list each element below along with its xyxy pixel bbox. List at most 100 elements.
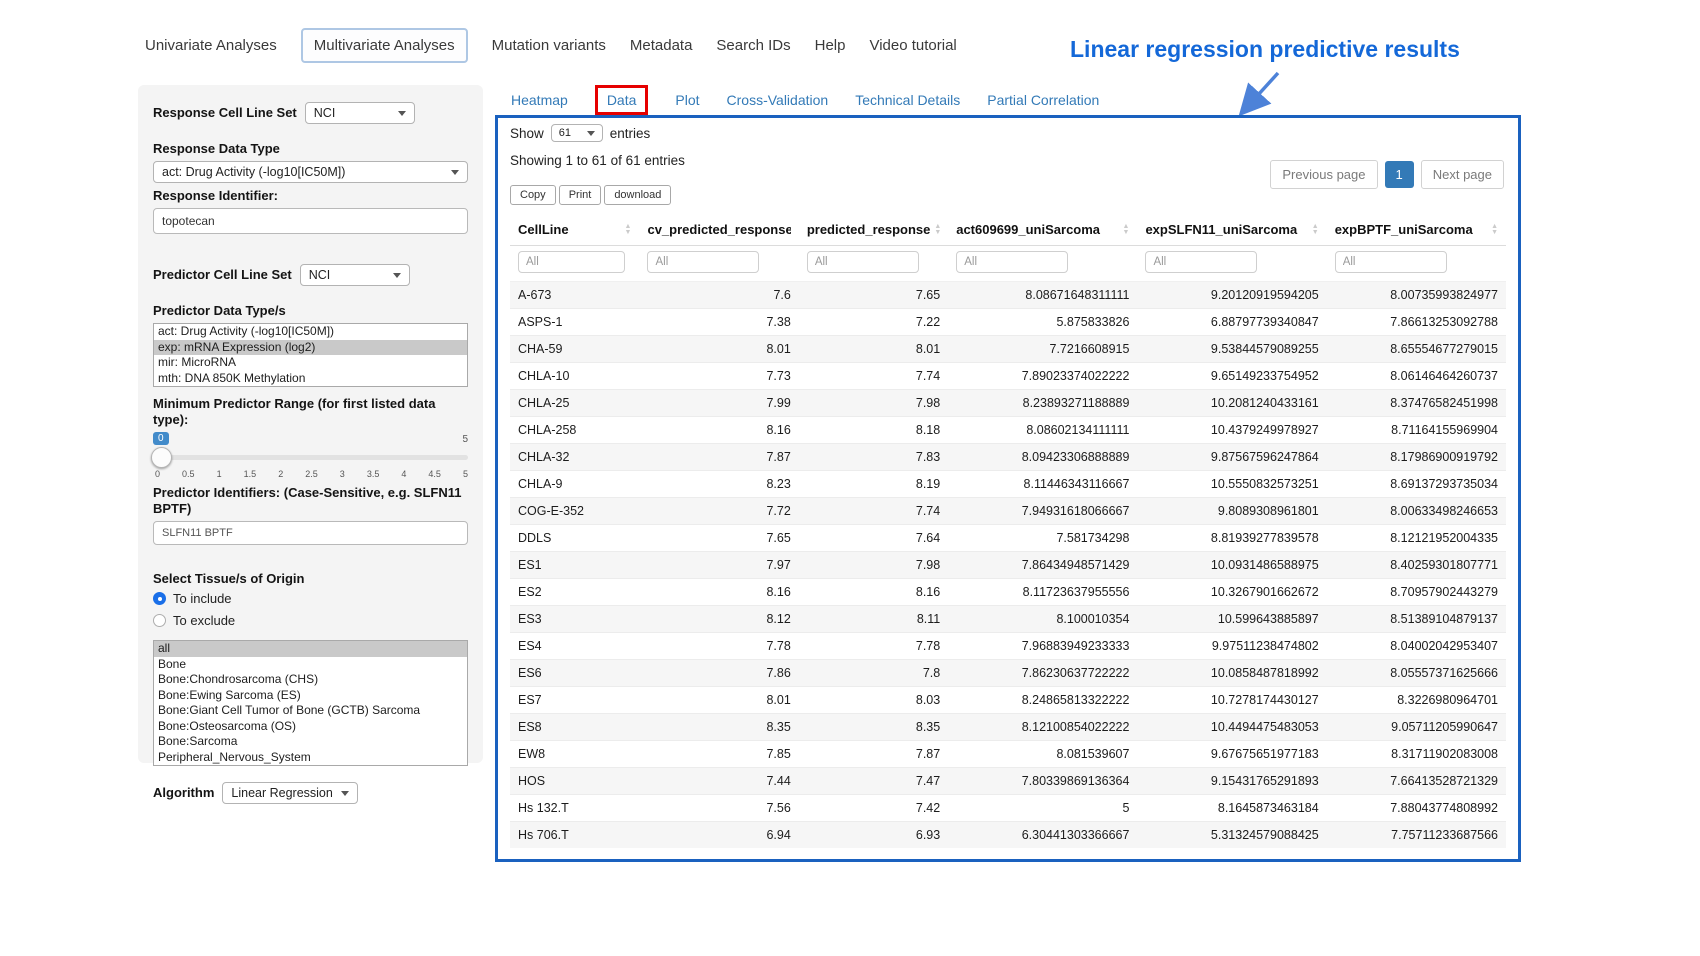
next-page-button[interactable]: Next page	[1421, 160, 1504, 189]
column-header[interactable]: cv_predicted_response ▲▼	[639, 214, 798, 246]
table-row[interactable]: ES3 8.12 8.11 8.100010354 10.59964388589…	[510, 606, 1506, 633]
result-tab[interactable]: Data	[595, 85, 649, 115]
listbox-option[interactable]: Bone:Chondrosarcoma (CHS)	[154, 672, 467, 688]
column-filter-input[interactable]	[956, 251, 1068, 273]
slider-tick-label: 5	[463, 469, 468, 479]
table-row[interactable]: CHLA-25 7.99 7.98 8.23893271188889 10.20…	[510, 390, 1506, 417]
expbptf-cell: 8.71164155969904	[1327, 417, 1506, 444]
listbox-option[interactable]: Bone	[154, 657, 467, 673]
response-identifier-label: Response Identifier:	[153, 188, 468, 204]
table-row[interactable]: ASPS-1 7.38 7.22 5.875833826 6.887977393…	[510, 309, 1506, 336]
result-tab[interactable]: Plot	[675, 86, 699, 114]
table-row[interactable]: COG-E-352 7.72 7.74 7.94931618066667 9.8…	[510, 498, 1506, 525]
table-row[interactable]: ES8 8.35 8.35 8.12100854022222 10.449447…	[510, 714, 1506, 741]
sort-icon[interactable]: ▲▼	[1123, 224, 1130, 236]
predicted-response-cell: 7.83	[799, 444, 948, 471]
listbox-option[interactable]: Bone:Ewing Sarcoma (ES)	[154, 688, 467, 704]
table-row[interactable]: Hs 132.T 7.56 7.42 5 8.1645873463184 7.8…	[510, 795, 1506, 822]
tissue-radio-option[interactable]: To exclude	[153, 613, 468, 628]
expbptf-cell: 8.3226980964701	[1327, 687, 1506, 714]
result-tab[interactable]: Cross-Validation	[727, 86, 829, 114]
table-row[interactable]: A-673 7.6 7.65 8.08671648311111 9.201209…	[510, 282, 1506, 309]
table-row[interactable]: ES7 8.01 8.03 8.24865813322222 10.727817…	[510, 687, 1506, 714]
export-button[interactable]: Copy	[510, 185, 556, 205]
response-identifier-input[interactable]	[153, 208, 468, 234]
column-header[interactable]: expBPTF_uniSarcoma ▲▼	[1327, 214, 1506, 246]
column-filter-input[interactable]	[1335, 251, 1447, 273]
act609699-cell: 5.875833826	[948, 309, 1137, 336]
column-header[interactable]: predicted_response ▲▼	[799, 214, 948, 246]
listbox-option-label: Peripheral_Nervous_System	[158, 750, 311, 764]
nav-item[interactable]: Video tutorial	[869, 30, 956, 61]
table-row[interactable]: ES2 8.16 8.16 8.11723637955556 10.326790…	[510, 579, 1506, 606]
slider-tick-label: 2	[278, 469, 283, 479]
export-button[interactable]: Print	[559, 185, 602, 205]
column-filter-input[interactable]	[807, 251, 919, 273]
sort-icon[interactable]: ▲▼	[625, 224, 632, 236]
listbox-option[interactable]: mir: MicroRNA	[154, 355, 467, 371]
nav-item[interactable]: Search IDs	[716, 30, 790, 61]
table-row[interactable]: CHLA-10 7.73 7.74 7.89023374022222 9.651…	[510, 363, 1506, 390]
act609699-cell: 7.80339869136364	[948, 768, 1137, 795]
column-header[interactable]: expSLFN11_uniSarcoma ▲▼	[1137, 214, 1326, 246]
predictor-identifiers-input[interactable]	[153, 521, 468, 545]
sort-icon[interactable]: ▲▼	[1491, 224, 1498, 236]
predicted-response-cell: 7.78	[799, 633, 948, 660]
cellline-cell: Hs 132.T	[510, 795, 639, 822]
chevron-down-icon	[587, 131, 595, 136]
tissue-listbox: all Bone Bone:Chondrosarcoma (CHS) Bone:…	[153, 640, 468, 766]
cv-predicted-response-cell: 8.16	[639, 417, 798, 444]
column-header[interactable]: CellLine ▲▼	[510, 214, 639, 246]
listbox-option[interactable]: mth: DNA 850K Methylation	[154, 371, 467, 387]
radio-icon	[153, 592, 166, 605]
nav-item[interactable]: Mutation variants	[492, 30, 606, 61]
table-row[interactable]: ES4 7.78 7.78 7.96883949233333 9.9751123…	[510, 633, 1506, 660]
tissue-radio-option[interactable]: To include	[153, 591, 468, 606]
table-row[interactable]: CHLA-258 8.16 8.18 8.08602134111111 10.4…	[510, 417, 1506, 444]
tissue-radio-group: To include To exclude	[153, 591, 468, 628]
table-row[interactable]: Hs 706.T 6.94 6.93 6.30441303366667 5.31…	[510, 822, 1506, 849]
table-row[interactable]: HOS 7.44 7.47 7.80339869136364 9.1543176…	[510, 768, 1506, 795]
nav-item[interactable]: Univariate Analyses	[145, 30, 277, 61]
table-row[interactable]: ES1 7.97 7.98 7.86434948571429 10.093148…	[510, 552, 1506, 579]
response-data-type-select[interactable]: act: Drug Activity (-log10[IC50M])	[153, 161, 468, 183]
chevron-down-icon	[341, 791, 349, 796]
listbox-option[interactable]: Peripheral_Nervous_System	[154, 750, 467, 766]
column-filter-input[interactable]	[647, 251, 759, 273]
listbox-option[interactable]: all	[154, 641, 467, 657]
table-row[interactable]: ES6 7.86 7.8 7.86230637722222 10.0858487…	[510, 660, 1506, 687]
sort-icon[interactable]: ▲▼	[1312, 224, 1319, 236]
column-header[interactable]: act609699_uniSarcoma ▲▼	[948, 214, 1137, 246]
nav-item[interactable]: Help	[815, 30, 846, 61]
export-button[interactable]: download	[604, 185, 671, 205]
nav-item[interactable]: Metadata	[630, 30, 693, 61]
algorithm-select[interactable]: Linear Regression	[222, 782, 357, 804]
table-row[interactable]: CHLA-9 8.23 8.19 8.11446343116667 10.555…	[510, 471, 1506, 498]
listbox-option[interactable]: Bone:Osteosarcoma (OS)	[154, 719, 467, 735]
result-tab[interactable]: Technical Details	[855, 86, 960, 114]
predictor-cell-line-set-select[interactable]: NCI	[300, 264, 410, 286]
act609699-cell: 8.08671648311111	[948, 282, 1137, 309]
listbox-option[interactable]: Bone:Giant Cell Tumor of Bone (GCTB) Sar…	[154, 703, 467, 719]
entries-count-select[interactable]: 61	[551, 124, 603, 142]
listbox-option[interactable]: act: Drug Activity (-log10[IC50M])	[154, 324, 467, 340]
listbox-option[interactable]: exp: mRNA Expression (log2)	[154, 340, 467, 356]
current-page-button[interactable]: 1	[1385, 161, 1414, 188]
table-row[interactable]: CHLA-32 7.87 7.83 8.09423306888889 9.875…	[510, 444, 1506, 471]
table-row[interactable]: DDLS 7.65 7.64 7.581734298 8.81939277839…	[510, 525, 1506, 552]
response-cell-line-set-select[interactable]: NCI	[305, 102, 415, 124]
result-tab[interactable]: Heatmap	[511, 86, 568, 114]
slider-track[interactable]	[153, 455, 468, 460]
listbox-option[interactable]: Bone:Sarcoma	[154, 734, 467, 750]
nav-item[interactable]: Multivariate Analyses	[301, 28, 468, 63]
column-filter-input[interactable]	[1145, 251, 1257, 273]
cellline-cell: CHA-59	[510, 336, 639, 363]
table-row[interactable]: EW8 7.85 7.87 8.081539607 9.676756519771…	[510, 741, 1506, 768]
slider-handle[interactable]	[151, 447, 172, 468]
result-tab[interactable]: Partial Correlation	[987, 86, 1099, 114]
previous-page-button[interactable]: Previous page	[1270, 160, 1377, 189]
column-filter-input[interactable]	[518, 251, 625, 273]
cv-predicted-response-cell: 7.73	[639, 363, 798, 390]
table-row[interactable]: CHA-59 8.01 8.01 7.7216608915 9.53844579…	[510, 336, 1506, 363]
sort-icon[interactable]: ▲▼	[934, 224, 940, 236]
